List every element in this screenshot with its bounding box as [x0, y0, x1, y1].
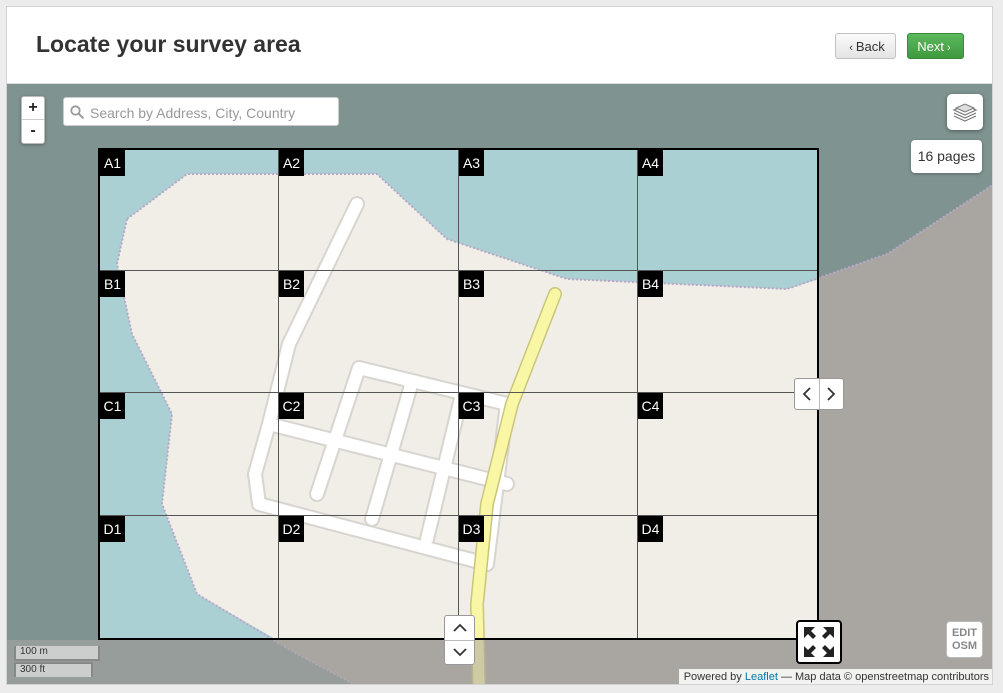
- remove-row-button[interactable]: [445, 616, 474, 640]
- map[interactable]: A1 A2 A3 A4 B1 B2 B3 B4 C1 C2 C3 C4 D1 D…: [7, 84, 992, 684]
- grid-label-d4: D4: [638, 516, 663, 542]
- grid-label-d3: D3: [459, 516, 484, 542]
- zoom-control: + -: [21, 96, 45, 144]
- chevron-right-icon: [827, 387, 836, 401]
- wizard-window: Locate your survey area ‹ Back Next › A1…: [6, 6, 993, 685]
- back-button[interactable]: ‹ Back: [835, 33, 896, 59]
- page-count-badge: 16 pages: [911, 140, 982, 173]
- edit-osm-label-line2: OSM: [951, 640, 978, 652]
- grid-label-d1: D1: [100, 516, 125, 542]
- search-input[interactable]: [88, 101, 332, 124]
- edit-osm-button[interactable]: EDIT OSM: [946, 621, 983, 658]
- next-button[interactable]: Next ›: [907, 33, 964, 59]
- chevron-down-icon: [452, 648, 467, 657]
- leaflet-link[interactable]: Leaflet: [745, 671, 778, 683]
- grid-label-a4: A4: [638, 150, 663, 176]
- grid-label-b2: B2: [279, 271, 304, 297]
- attribution-prefix: Powered by: [683, 671, 742, 683]
- zoom-out-button[interactable]: -: [22, 119, 44, 142]
- grid-label-a3: A3: [459, 150, 484, 176]
- grid-label-a2: A2: [279, 150, 304, 176]
- scale-imperial: 300 ft: [14, 662, 93, 677]
- attribution-text: — Map data © openstreetmap contributors: [780, 671, 989, 683]
- fullscreen-button[interactable]: [796, 620, 842, 664]
- layers-button[interactable]: [947, 94, 983, 130]
- map-attribution: Powered by Leaflet — Map data © openstre…: [678, 669, 992, 684]
- grid-label-c1: C1: [100, 393, 125, 419]
- edit-osm-label-line1: EDIT: [951, 627, 978, 639]
- search-icon: [70, 105, 84, 119]
- grid-label-a1: A1: [100, 150, 125, 176]
- zoom-in-button[interactable]: +: [22, 97, 44, 119]
- page-grid: A1 A2 A3 A4 B1 B2 B3 B4 C1 C2 C3 C4 D1 D…: [98, 148, 819, 640]
- grid-label-b4: B4: [638, 271, 663, 297]
- back-button-label: Back: [855, 39, 885, 54]
- remove-column-button[interactable]: [795, 379, 819, 409]
- grid-label-c3: C3: [459, 393, 484, 419]
- page-title: Locate your survey area: [36, 31, 301, 57]
- scale-metric: 100 m: [14, 646, 100, 661]
- next-button-label: Next: [917, 39, 945, 54]
- grid-label-c2: C2: [279, 393, 304, 419]
- search-box: [63, 97, 339, 126]
- row-adjust-control: [444, 615, 475, 665]
- add-row-button[interactable]: [445, 639, 474, 665]
- header: Locate your survey area ‹ Back Next ›: [7, 7, 992, 84]
- chevron-left-icon: ‹: [849, 42, 853, 54]
- chevron-left-icon: [802, 387, 811, 401]
- layers-icon: [952, 103, 978, 122]
- grid-label-d2: D2: [279, 516, 304, 542]
- add-column-button[interactable]: [818, 379, 844, 409]
- grid-label-c4: C4: [638, 393, 663, 419]
- grid-label-b1: B1: [100, 271, 125, 297]
- grid-label-b3: B3: [459, 271, 484, 297]
- expand-icon: [804, 627, 834, 657]
- chevron-right-icon: ›: [947, 42, 951, 54]
- column-adjust-control: [794, 378, 844, 410]
- chevron-up-icon: [452, 623, 467, 632]
